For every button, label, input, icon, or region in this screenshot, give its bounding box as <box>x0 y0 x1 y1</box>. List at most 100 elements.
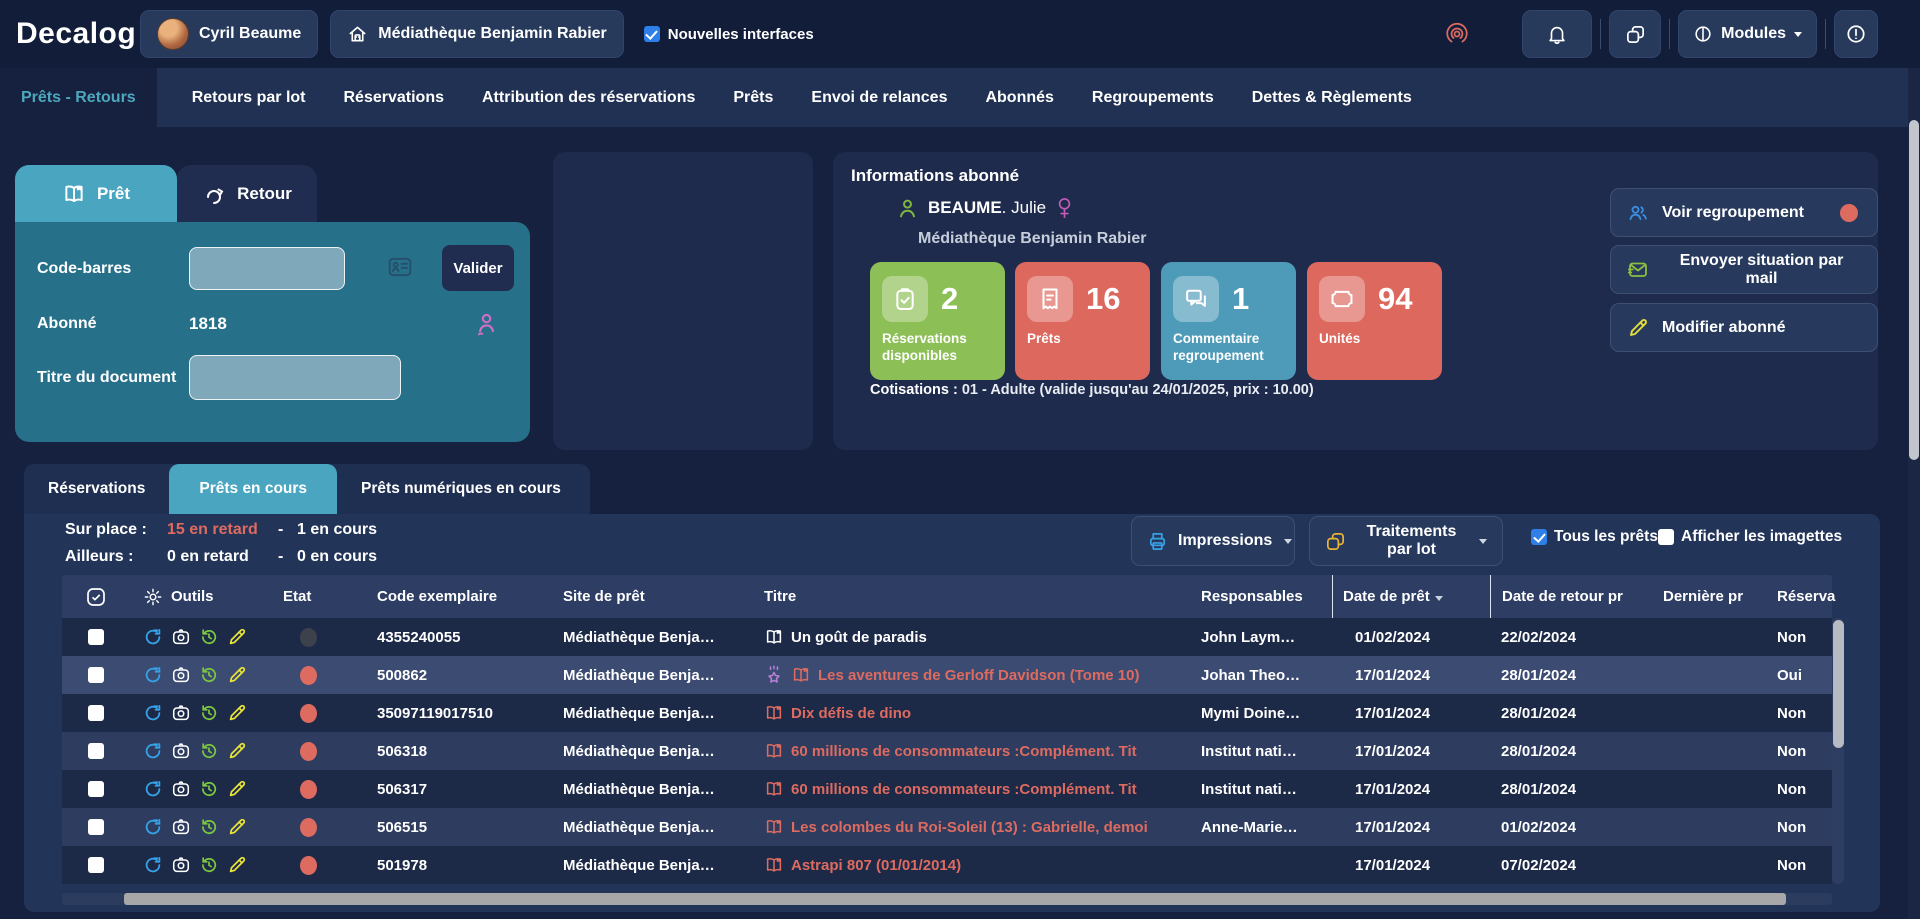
horizontal-scroll-thumb[interactable] <box>124 893 1786 905</box>
impressions-button[interactable]: Impressions <box>1131 516 1295 566</box>
row-checkbox[interactable] <box>88 667 104 683</box>
col-responsables[interactable]: Responsables <box>1195 575 1332 618</box>
row-checkbox[interactable] <box>88 857 104 873</box>
row-checkbox[interactable] <box>88 781 104 797</box>
history-icon[interactable] <box>199 817 219 837</box>
row-checkbox[interactable] <box>88 743 104 759</box>
select-all-checkbox[interactable] <box>62 575 130 618</box>
col-reserva[interactable]: Réserva <box>1762 575 1832 618</box>
reserved-flag: Non <box>1762 694 1832 732</box>
new-interfaces-checkbox[interactable] <box>644 26 660 42</box>
loans-tab-2[interactable]: Prêts en cours <box>169 464 337 514</box>
tab-retour[interactable]: Retour <box>177 165 317 222</box>
nav-tab-9[interactable]: Dettes & Règlements <box>1233 68 1431 127</box>
member-stat-card[interactable]: 94 Unités <box>1307 262 1442 380</box>
action-button[interactable]: Modifier abonné <box>1610 303 1878 352</box>
col-titre[interactable]: Titre <box>755 575 1195 618</box>
camera-icon[interactable] <box>171 741 191 761</box>
renew-loan-icon[interactable] <box>143 779 163 799</box>
camera-icon[interactable] <box>171 703 191 723</box>
id-card-icon[interactable] <box>387 255 413 279</box>
renew-loan-icon[interactable] <box>143 627 163 647</box>
links-button[interactable] <box>1609 10 1661 58</box>
nav-tab-4[interactable]: Attribution des réservations <box>463 68 714 127</box>
nav-tab-2[interactable]: Retours par lot <box>173 68 325 127</box>
history-icon[interactable] <box>199 741 219 761</box>
all-loans-checkbox[interactable] <box>1531 529 1547 545</box>
camera-icon[interactable] <box>171 665 191 685</box>
col-date-retour[interactable]: Date de retour pr <box>1490 575 1640 618</box>
nav-tab-5[interactable]: Prêts <box>714 68 792 127</box>
renew-loan-icon[interactable] <box>143 855 163 875</box>
vertical-scroll-thumb[interactable] <box>1833 620 1844 748</box>
current-library-chip[interactable]: Médiathèque Benjamin Rabier <box>330 10 624 58</box>
history-icon[interactable] <box>199 703 219 723</box>
new-interfaces-toggle[interactable]: Nouvelles interfaces <box>644 26 814 43</box>
table-row[interactable]: 506318 Médiathèque Benja… 60 millions de… <box>62 732 1832 770</box>
batch-actions-button[interactable]: Traitements par lot <box>1309 516 1503 566</box>
page-scroll-thumb[interactable] <box>1909 120 1919 460</box>
camera-icon[interactable] <box>171 817 191 837</box>
row-checkbox[interactable] <box>88 819 104 835</box>
document-title-input[interactable] <box>189 355 401 400</box>
edit-pencil-icon[interactable] <box>227 703 247 723</box>
nav-tab-7[interactable]: Abonnés <box>966 68 1072 127</box>
renew-loan-icon[interactable] <box>143 703 163 723</box>
loans-tab-3[interactable]: Prêts numériques en cours <box>337 464 585 514</box>
edit-pencil-icon[interactable] <box>227 817 247 837</box>
show-thumbnails-toggle[interactable]: Afficher les imagettes <box>1658 528 1842 546</box>
member-person-icon[interactable] <box>474 311 498 337</box>
col-site[interactable]: Site de prêt <box>550 575 755 618</box>
modules-button[interactable]: Modules <box>1678 10 1817 58</box>
renew-loan-icon[interactable] <box>143 741 163 761</box>
renew-loan-icon[interactable] <box>143 665 163 685</box>
table-row[interactable]: 35097119017510 Médiathèque Benja… Dix dé… <box>62 694 1832 732</box>
decalog-app: Decalog Cyril Beaume Médiathèque Benjami… <box>0 0 1920 919</box>
row-checkbox[interactable] <box>88 705 104 721</box>
document-title: 60 millions de consommateurs :Complément… <box>791 743 1137 760</box>
col-derniere[interactable]: Dernière pr <box>1640 575 1762 618</box>
camera-icon[interactable] <box>171 855 191 875</box>
validate-button[interactable]: Valider <box>442 245 514 291</box>
tab-pret[interactable]: Prêt <box>15 165 177 222</box>
nav-tab-8[interactable]: Regroupements <box>1073 68 1233 127</box>
member-stat-card[interactable]: 16 Prêts <box>1015 262 1150 380</box>
col-etat[interactable]: Etat <box>283 575 360 618</box>
renew-loan-icon[interactable] <box>143 817 163 837</box>
nav-tab-3[interactable]: Réservations <box>325 68 464 127</box>
edit-pencil-icon[interactable] <box>227 855 247 875</box>
all-loans-toggle[interactable]: Tous les prêts <box>1531 528 1658 546</box>
col-date-pret[interactable]: Date de prêt <box>1332 575 1490 618</box>
info-button[interactable] <box>1834 10 1878 58</box>
history-icon[interactable] <box>199 627 219 647</box>
loans-tab-1[interactable]: Réservations <box>24 464 169 514</box>
broadcast-icon[interactable] <box>1444 21 1470 47</box>
camera-icon[interactable] <box>171 627 191 647</box>
action-button[interactable]: Envoyer situation par mail <box>1610 245 1878 294</box>
history-icon[interactable] <box>199 779 219 799</box>
table-row[interactable]: 500862 Médiathèque Benja… Les aventures … <box>62 656 1832 694</box>
camera-icon[interactable] <box>171 779 191 799</box>
nav-tab-6[interactable]: Envoi de relances <box>792 68 966 127</box>
history-icon[interactable] <box>199 665 219 685</box>
table-row[interactable]: 4355240055 Médiathèque Benja… Un goût de… <box>62 618 1832 656</box>
notifications-button[interactable] <box>1522 10 1592 58</box>
edit-pencil-icon[interactable] <box>227 779 247 799</box>
row-checkbox[interactable] <box>88 629 104 645</box>
col-code[interactable]: Code exemplaire <box>360 575 550 618</box>
current-user-chip[interactable]: Cyril Beaume <box>140 10 318 58</box>
table-row[interactable]: 506317 Médiathèque Benja… 60 millions de… <box>62 770 1832 808</box>
member-stat-card[interactable]: 1 Commentaire regroupement <box>1161 262 1296 380</box>
document-title-label: Titre du document <box>37 369 189 387</box>
member-stat-card[interactable]: 2 Réservations disponibles <box>870 262 1005 380</box>
history-icon[interactable] <box>199 855 219 875</box>
edit-pencil-icon[interactable] <box>227 627 247 647</box>
action-button[interactable]: Voir regroupement <box>1610 188 1878 237</box>
table-row[interactable]: 501978 Médiathèque Benja… Astrapi 807 (0… <box>62 846 1832 884</box>
edit-pencil-icon[interactable] <box>227 665 247 685</box>
nav-tab-1[interactable]: Prêts - Retours <box>0 68 157 127</box>
show-thumbnails-checkbox[interactable] <box>1658 529 1674 545</box>
edit-pencil-icon[interactable] <box>227 741 247 761</box>
table-row[interactable]: 506515 Médiathèque Benja… Les colombes d… <box>62 808 1832 846</box>
barcode-input[interactable] <box>189 247 345 290</box>
